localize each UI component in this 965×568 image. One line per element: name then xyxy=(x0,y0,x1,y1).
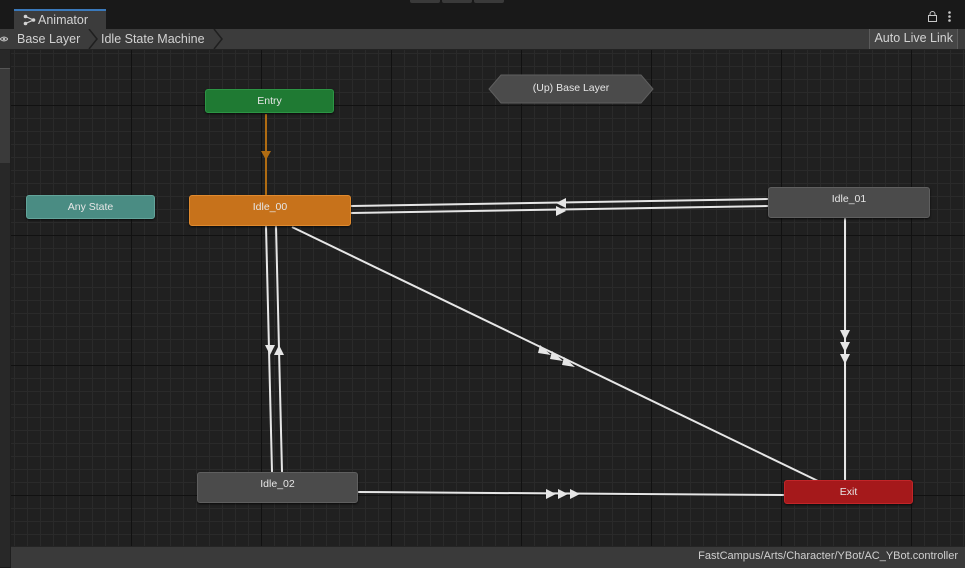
window-grip[interactable] xyxy=(474,0,504,3)
transition-entry-to-idle-00[interactable] xyxy=(261,114,271,195)
state-idle-02[interactable]: Idle_02 xyxy=(197,472,358,503)
state-label: Any State xyxy=(67,201,114,213)
tab-actions xyxy=(920,11,951,25)
state-label: Idle_01 xyxy=(831,193,867,205)
state-exit[interactable]: Exit xyxy=(784,480,913,504)
status-bar: FastCampus/Arts/Character/YBot/AC_YBot.c… xyxy=(11,546,965,568)
asset-path: FastCampus/Arts/Character/YBot/AC_YBot.c… xyxy=(698,550,958,562)
transition-idle-02-to-idle-00[interactable] xyxy=(274,225,284,473)
state-label: Exit xyxy=(839,486,858,498)
tab-label: Animator xyxy=(38,13,89,27)
lock-icon[interactable] xyxy=(927,11,937,25)
breadcrumb-label: Idle State Machine xyxy=(101,32,205,46)
state-any-state[interactable]: Any State xyxy=(26,195,155,219)
state-label: Idle_02 xyxy=(260,478,295,490)
parameters-panel-collapsed[interactable] xyxy=(0,50,11,567)
state-idle-00[interactable]: Idle_00 xyxy=(189,195,351,226)
window-grip[interactable] xyxy=(410,0,440,3)
transitions-layer xyxy=(261,74,850,499)
tab-bar: Animator xyxy=(0,9,965,29)
state-machine-graph[interactable]: (Up) Base Layer Entry Any State Idle_00 … xyxy=(11,50,965,546)
animator-graph-icon xyxy=(23,14,36,26)
window-grip[interactable] xyxy=(442,0,472,3)
state-label: Entry xyxy=(257,95,282,107)
breadcrumb-toolbar: Base Layer Idle State Machine Auto Live … xyxy=(0,29,965,50)
transition-idle-00-to-idle-01[interactable] xyxy=(350,205,769,216)
breadcrumb-item-idle-state-machine[interactable]: Idle State Machine xyxy=(84,29,222,49)
breadcrumb-separator-icon xyxy=(213,29,223,49)
auto-live-link-label: Auto Live Link xyxy=(874,31,953,45)
breadcrumb-label: Base Layer xyxy=(17,32,81,46)
breadcrumb-item-base-layer[interactable]: Base Layer xyxy=(0,29,96,49)
transition-idle-00-to-idle-02[interactable] xyxy=(265,225,275,473)
tab-animator[interactable]: Animator xyxy=(14,9,106,29)
transition-idle-02-to-exit[interactable] xyxy=(357,489,785,499)
state-idle-01[interactable]: Idle_01 xyxy=(768,187,930,218)
transition-idle-01-to-exit[interactable] xyxy=(840,218,850,480)
transition-idle-00-to-exit[interactable] xyxy=(291,226,819,482)
top-strip xyxy=(0,0,965,9)
state-entry[interactable]: Entry xyxy=(205,89,334,113)
parent-state-machine-label: (Up) Base Layer xyxy=(532,82,610,94)
kebab-menu-icon[interactable] xyxy=(948,11,951,25)
panel-toggle-tab[interactable] xyxy=(0,69,10,163)
auto-live-link-button[interactable]: Auto Live Link xyxy=(869,29,958,49)
state-label: Idle_00 xyxy=(252,201,288,213)
